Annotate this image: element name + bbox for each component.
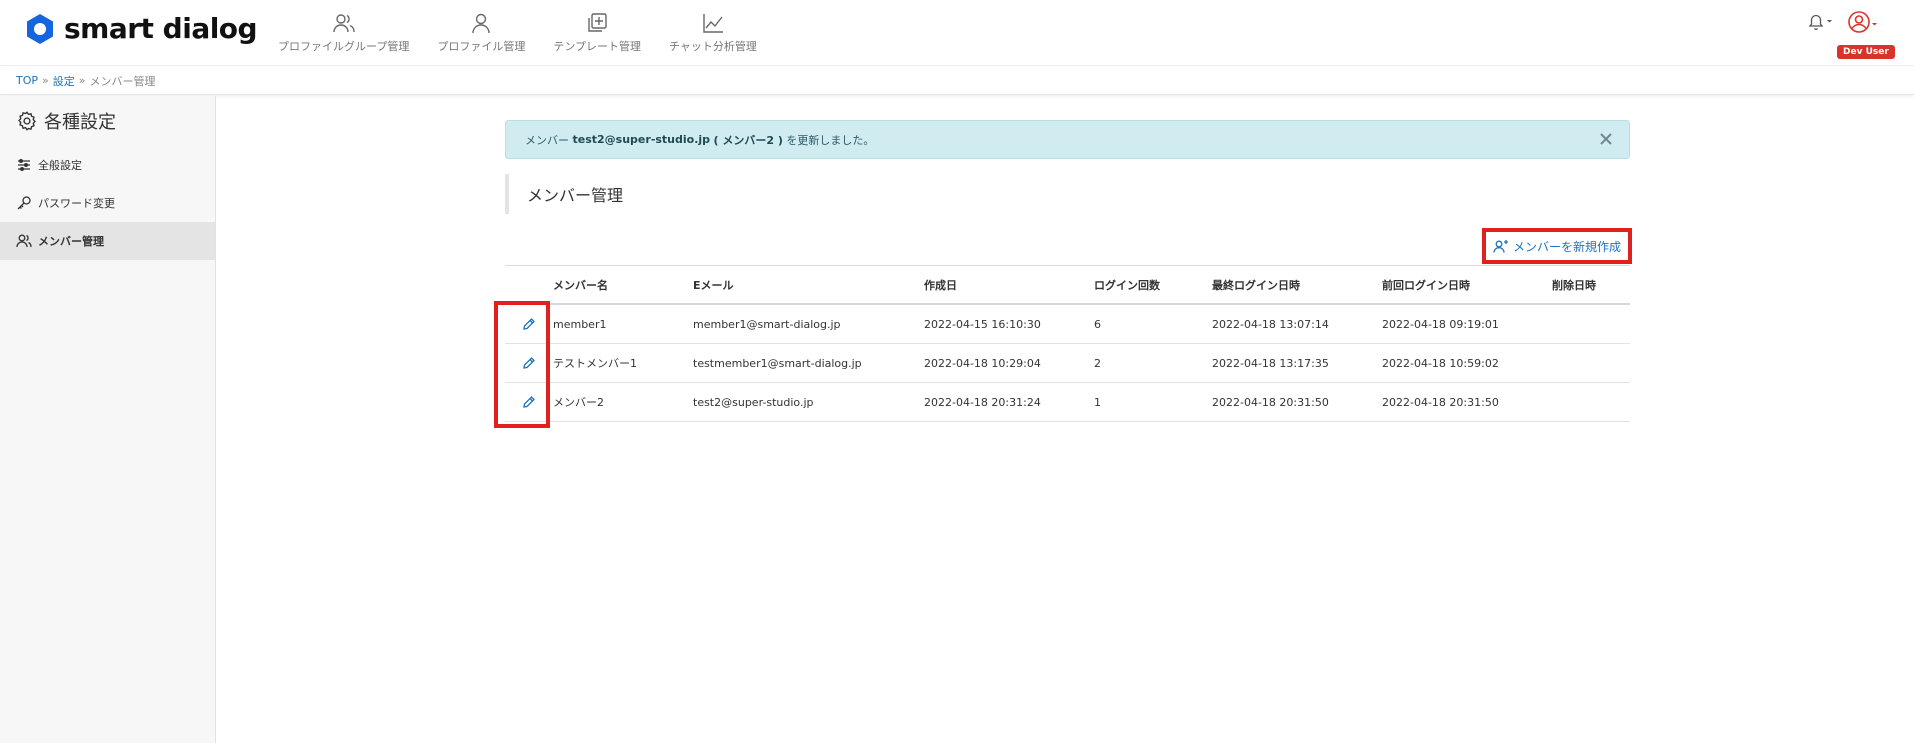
breadcrumb-separator: » bbox=[42, 74, 49, 87]
table-row: メンバー2 test2@super-studio.jp 2022-04-18 2… bbox=[505, 383, 1630, 422]
sidebar-item-label: 全般設定 bbox=[38, 159, 82, 172]
nav-profile-group[interactable]: プロファイルグループ管理 bbox=[278, 12, 409, 54]
login-count-cell: 1 bbox=[1094, 395, 1101, 409]
member-table: メンバー名 Eメール 作成日 ログイン回数 最終ログイン日時 前回ログイン日時 … bbox=[505, 265, 1630, 422]
breadcrumb-current: メンバー管理 bbox=[89, 74, 156, 88]
breadcrumb-top-link[interactable]: TOP bbox=[16, 74, 38, 87]
created-cell: 2022-04-15 16:10:30 bbox=[924, 317, 1041, 331]
user-icon bbox=[472, 13, 491, 34]
header-cell: ログイン回数 bbox=[1094, 278, 1160, 292]
email-cell: member1@smart-dialog.jp bbox=[693, 317, 841, 331]
logo-hexagon-icon bbox=[27, 13, 53, 44]
nav-label: チャット分析管理 bbox=[669, 40, 757, 53]
edit-cell bbox=[505, 356, 553, 370]
main-nav: プロファイルグループ管理 プロファイル管理 テンプレート管理 チャット分析管理 bbox=[278, 12, 785, 54]
user-menu-icon[interactable] bbox=[1846, 10, 1880, 36]
chart-line-icon bbox=[703, 14, 723, 33]
breadcrumb: TOP » 設定 » メンバー管理 bbox=[0, 67, 1914, 95]
users-icon bbox=[16, 234, 32, 248]
email-cell: testmember1@smart-dialog.jp bbox=[693, 356, 862, 370]
member-name-cell: テストメンバー1 bbox=[553, 357, 637, 370]
prev-login-cell: 2022-04-18 20:31:50 bbox=[1382, 395, 1499, 409]
nav-chat-analysis[interactable]: チャット分析管理 bbox=[669, 12, 757, 54]
last-login-cell: 2022-04-18 20:31:50 bbox=[1212, 395, 1329, 409]
member-name-cell: member1 bbox=[553, 317, 607, 331]
logo[interactable]: smart dialog bbox=[24, 12, 258, 45]
header-cell: 作成日 bbox=[924, 278, 957, 292]
sidebar-item-label: パスワード変更 bbox=[38, 197, 115, 210]
template-plus-icon bbox=[588, 13, 607, 32]
prev-login-cell: 2022-04-18 09:19:01 bbox=[1382, 317, 1499, 331]
login-count-cell: 2 bbox=[1094, 356, 1101, 370]
user-plus-icon bbox=[1493, 240, 1508, 253]
users-icon bbox=[332, 14, 355, 33]
prev-login-cell: 2022-04-18 10:59:02 bbox=[1382, 356, 1499, 370]
alert-email: test2@super-studio.jp bbox=[572, 133, 711, 146]
last-login-cell: 2022-04-18 13:17:35 bbox=[1212, 356, 1329, 370]
page-title: メンバー管理 bbox=[505, 174, 805, 214]
alert-suffix: を更新しました。 bbox=[786, 133, 875, 147]
sidebar-item-label: メンバー管理 bbox=[38, 235, 104, 248]
breadcrumb-settings-link[interactable]: 設定 bbox=[53, 73, 75, 89]
table-row: テストメンバー1 testmember1@smart-dialog.jp 202… bbox=[505, 344, 1630, 383]
email-cell: test2@super-studio.jp bbox=[693, 395, 814, 409]
nav-profile[interactable]: プロファイル管理 bbox=[437, 12, 525, 54]
update-success-alert: メンバー test2@super-studio.jp ( メンバー2 ) を更新… bbox=[505, 120, 1630, 159]
sidebar-item-members[interactable]: メンバー管理 bbox=[0, 222, 215, 260]
edit-cell bbox=[505, 395, 553, 409]
created-cell: 2022-04-18 20:31:24 bbox=[924, 395, 1041, 409]
header-cell: 削除日時 bbox=[1552, 278, 1596, 292]
nav-label: プロファイルグループ管理 bbox=[278, 40, 410, 53]
sidebar: 各種設定 全般設定 パスワード変更 メンバー管理 bbox=[0, 96, 216, 743]
close-icon[interactable] bbox=[1599, 132, 1613, 146]
edit-cell bbox=[505, 317, 553, 331]
alert-prefix: メンバー bbox=[525, 133, 569, 147]
breadcrumb-separator: » bbox=[78, 74, 86, 87]
login-count-cell: 6 bbox=[1094, 317, 1101, 331]
nav-template[interactable]: テンプレート管理 bbox=[553, 12, 641, 54]
app-header: smart dialog プロファイルグループ管理 プロファイル管理 テンプレー… bbox=[0, 0, 1914, 66]
table-header: メンバー名 Eメール 作成日 ログイン回数 最終ログイン日時 前回ログイン日時 … bbox=[505, 265, 1630, 305]
table-row: member1 member1@smart-dialog.jp 2022-04-… bbox=[505, 305, 1630, 344]
header-cell: メンバー名 bbox=[553, 278, 608, 292]
member-name-cell: メンバー2 bbox=[553, 396, 604, 409]
sidebar-item-password[interactable]: パスワード変更 bbox=[0, 184, 215, 222]
nav-label: プロファイル管理 bbox=[437, 40, 526, 53]
bell-icon[interactable] bbox=[1806, 12, 1834, 32]
header-cell: 最終ログイン日時 bbox=[1212, 278, 1300, 292]
add-member-button[interactable]: メンバーを新規作成 bbox=[1482, 228, 1632, 264]
dev-user-badge: Dev User bbox=[1837, 45, 1895, 59]
sidebar-item-general[interactable]: 全般設定 bbox=[0, 146, 215, 184]
nav-label: テンプレート管理 bbox=[553, 40, 642, 53]
gear-icon bbox=[18, 111, 36, 131]
sidebar-title: 各種設定 bbox=[0, 96, 215, 146]
header-cell: 前回ログイン日時 bbox=[1382, 278, 1470, 292]
alert-member-name: ( メンバー2 ) bbox=[713, 133, 783, 147]
key-icon bbox=[17, 196, 31, 210]
header-cell: Eメール bbox=[693, 278, 734, 292]
pencil-icon[interactable] bbox=[522, 317, 536, 331]
pencil-icon[interactable] bbox=[522, 395, 536, 409]
pencil-icon[interactable] bbox=[522, 356, 536, 370]
created-cell: 2022-04-18 10:29:04 bbox=[924, 356, 1041, 370]
sliders-icon bbox=[18, 159, 30, 171]
logo-text: smart dialog bbox=[64, 12, 258, 45]
last-login-cell: 2022-04-18 13:07:14 bbox=[1212, 317, 1329, 331]
sidebar-title-text: 各種設定 bbox=[44, 112, 116, 133]
add-member-label: メンバーを新規作成 bbox=[1512, 239, 1621, 254]
